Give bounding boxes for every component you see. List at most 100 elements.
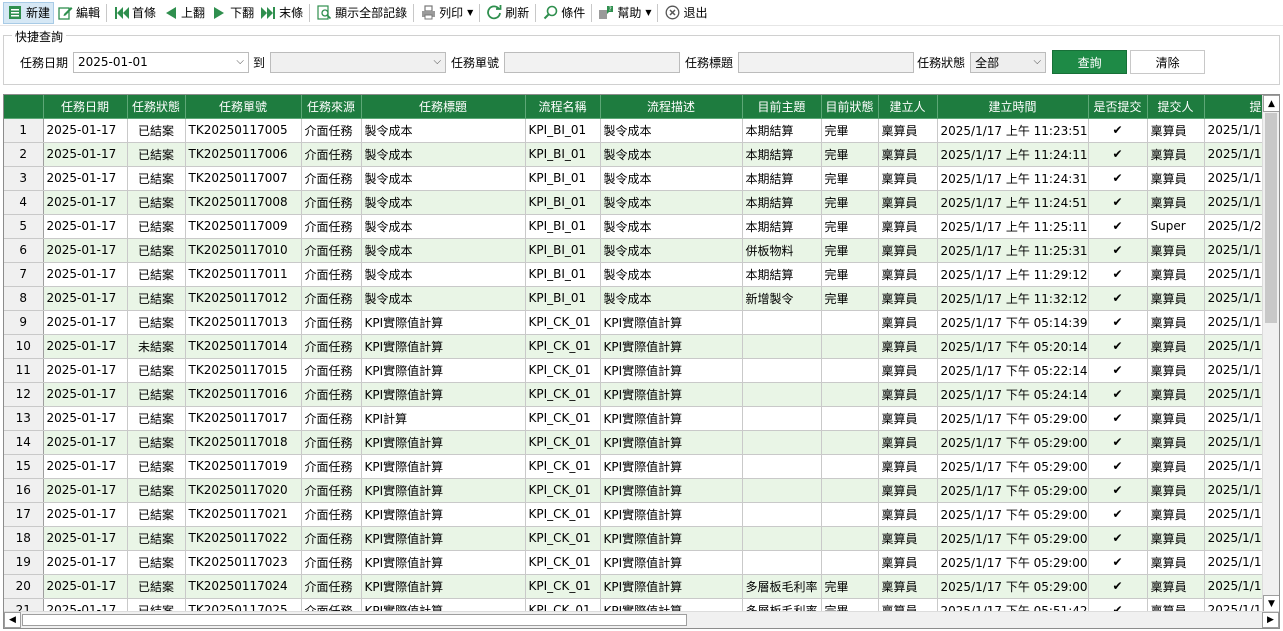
- submitter-cell: 稟算員: [1147, 478, 1205, 503]
- table-row[interactable]: 7 2025-01-17 已結案 TK20250117011 介面任務 製令成本 KPI_B…: [4, 262, 1265, 287]
- scroll-right-icon[interactable]: ▶: [1262, 612, 1279, 628]
- chevron-down-icon[interactable]: ⌵: [433, 56, 441, 67]
- task-status-cell: 已結案: [127, 286, 186, 311]
- submitted-checkbox-cell[interactable]: ✔: [1088, 406, 1148, 431]
- horizontal-scroll-thumb[interactable]: [22, 614, 687, 626]
- date-from-picker[interactable]: 2025-01-01 ⌵: [73, 51, 250, 73]
- current-topic-cell: 本期結算: [742, 166, 822, 191]
- search-icon: [542, 5, 558, 21]
- new-button[interactable]: 新建: [3, 1, 55, 24]
- table-row[interactable]: 6 2025-01-17 已結案 TK20250117010 介面任務 製令成本 KPI_B…: [4, 238, 1265, 263]
- column-header[interactable]: 流程名稱: [525, 95, 601, 119]
- table-row[interactable]: 11 2025-01-17 已結案 TK20250117015 介面任務 KPI實際值計算…: [4, 358, 1265, 383]
- submitted-checkbox-cell[interactable]: ✔: [1088, 262, 1148, 287]
- current-topic-cell: 併板物料: [742, 238, 822, 263]
- column-header[interactable]: 建立時間: [937, 95, 1089, 119]
- submitted-checkbox-cell[interactable]: ✔: [1088, 286, 1148, 311]
- current-topic-cell: 本期結算: [742, 190, 822, 215]
- column-header[interactable]: 任務標題: [361, 95, 526, 119]
- chevron-down-icon[interactable]: ⌵: [236, 56, 244, 67]
- table-row[interactable]: 3 2025-01-17 已結案 TK20250117007 介面任務 製令成本 KPI_B…: [4, 166, 1265, 191]
- last-button[interactable]: 末條: [257, 2, 306, 24]
- submitted-checkbox-cell[interactable]: ✔: [1088, 118, 1148, 143]
- table-row[interactable]: 18 2025-01-17 已結案 TK20250117022 介面任務 KPI實際值計算…: [4, 526, 1265, 551]
- column-header[interactable]: 任務單號: [185, 95, 302, 119]
- submitted-checkbox-cell[interactable]: ✔: [1088, 574, 1148, 599]
- task-date-cell: 2025-01-17: [43, 358, 128, 383]
- submitted-checkbox-cell[interactable]: ✔: [1088, 526, 1148, 551]
- submitted-checkbox-cell[interactable]: ✔: [1088, 310, 1148, 335]
- table-row[interactable]: 1 2025-01-17 已結案 TK20250117005 介面任務 製令成本 KPI_B…: [4, 118, 1265, 143]
- submitted-checkbox-cell[interactable]: ✔: [1088, 454, 1148, 479]
- column-header[interactable]: 任務狀態: [127, 95, 186, 119]
- scroll-down-icon[interactable]: ▼: [1263, 595, 1279, 612]
- submitted-checkbox-cell[interactable]: ✔: [1088, 190, 1148, 215]
- column-header[interactable]: 任務日期: [43, 95, 128, 119]
- submitted-checkbox-cell[interactable]: ✔: [1088, 502, 1148, 527]
- task-source-cell: 介面任務: [301, 358, 362, 383]
- horizontal-scrollbar[interactable]: ◀ ▶: [4, 611, 1279, 628]
- vertical-scrollbar[interactable]: ▲ ▼: [1262, 95, 1279, 612]
- first-button[interactable]: 首條: [110, 2, 159, 24]
- table-row[interactable]: 20 2025-01-17 已結案 TK20250117024 介面任務 KPI實際值計算…: [4, 574, 1265, 599]
- help-button[interactable]: ? 幫助 ▼: [595, 2, 654, 24]
- column-header[interactable]: 目前狀態: [821, 95, 879, 119]
- exit-button[interactable]: 退出: [661, 2, 710, 24]
- submitted-checkbox-cell[interactable]: ✔: [1088, 334, 1148, 359]
- table-row[interactable]: 13 2025-01-17 已結案 TK20250117017 介面任務 KPI計算 KPI…: [4, 406, 1265, 431]
- submitted-checkbox-cell[interactable]: ✔: [1088, 214, 1148, 239]
- table-row[interactable]: 2 2025-01-17 已結案 TK20250117006 介面任務 製令成本 KPI_B…: [4, 142, 1265, 167]
- task-title-input[interactable]: [738, 51, 915, 73]
- submitted-checkbox-cell[interactable]: ✔: [1088, 550, 1148, 575]
- column-header[interactable]: 提: [1204, 95, 1265, 119]
- table-row[interactable]: 8 2025-01-17 已結案 TK20250117012 介面任務 製令成本 KPI_B…: [4, 286, 1265, 311]
- table-row[interactable]: 10 2025-01-17 未結案 TK20250117014 介面任務 KPI實際值計算…: [4, 334, 1265, 359]
- refresh-button[interactable]: 刷新: [483, 2, 532, 24]
- flow-name-cell: KPI_CK_01: [525, 406, 601, 431]
- column-header[interactable]: 是否提交: [1088, 95, 1148, 119]
- table-row[interactable]: 4 2025-01-17 已結案 TK20250117008 介面任務 製令成本 KPI_B…: [4, 190, 1265, 215]
- scroll-up-icon[interactable]: ▲: [1263, 95, 1279, 112]
- column-header[interactable]: 任務來源: [301, 95, 362, 119]
- column-header[interactable]: 提交人: [1147, 95, 1205, 119]
- submitted-checkbox-cell[interactable]: ✔: [1088, 166, 1148, 191]
- table-row[interactable]: 15 2025-01-17 已結案 TK20250117019 介面任務 KPI實際值計算…: [4, 454, 1265, 479]
- query-button[interactable]: 查詢: [1052, 50, 1128, 74]
- current-status-cell: [821, 310, 879, 335]
- filter-button[interactable]: 條件: [539, 2, 588, 24]
- submitted-checkbox-cell[interactable]: ✔: [1088, 478, 1148, 503]
- print-button[interactable]: 列印 ▼: [417, 2, 476, 24]
- table-row[interactable]: 16 2025-01-17 已結案 TK20250117020 介面任務 KPI實際值計算…: [4, 478, 1265, 503]
- column-header[interactable]: 流程描述: [600, 95, 743, 119]
- clear-button[interactable]: 清除: [1130, 50, 1206, 74]
- next-button[interactable]: 下翻: [208, 2, 257, 24]
- edit-button[interactable]: 編輯: [54, 2, 103, 24]
- submitted-checkbox-cell[interactable]: ✔: [1088, 238, 1148, 263]
- submitted-checkbox-cell[interactable]: ✔: [1088, 430, 1148, 455]
- table-row[interactable]: 9 2025-01-17 已結案 TK20250117013 介面任務 KPI實際值計算 K…: [4, 310, 1265, 335]
- submitted-checkbox-cell[interactable]: ✔: [1088, 358, 1148, 383]
- prev-button[interactable]: 上翻: [159, 2, 208, 24]
- table-row[interactable]: 5 2025-01-17 已結案 TK20250117009 介面任務 製令成本 KPI_B…: [4, 214, 1265, 239]
- table-row[interactable]: 14 2025-01-17 已結案 TK20250117018 介面任務 KPI實際值計算…: [4, 430, 1265, 455]
- task-title-cell: KPI實際值計算: [361, 358, 526, 383]
- table-row[interactable]: 17 2025-01-17 已結案 TK20250117021 介面任務 KPI實際值計算…: [4, 502, 1265, 527]
- task-status-select[interactable]: 全部 ⌵: [970, 51, 1047, 73]
- task-no-input[interactable]: [504, 51, 681, 73]
- column-header[interactable]: 建立人: [878, 95, 938, 119]
- vertical-scroll-thumb[interactable]: [1265, 113, 1277, 323]
- submitted-checkbox-cell[interactable]: ✔: [1088, 142, 1148, 167]
- creator-cell: 稟算員: [878, 142, 938, 167]
- show-all-button[interactable]: 顯示全部記錄: [313, 2, 410, 24]
- current-topic-cell: 多層板毛利率: [742, 574, 822, 599]
- chevron-down-icon[interactable]: ⌵: [1033, 56, 1041, 67]
- date-to-picker[interactable]: ⌵: [270, 51, 447, 73]
- row-number: 7: [4, 262, 44, 287]
- column-header[interactable]: 目前主題: [742, 95, 822, 119]
- submitted-checkbox-cell[interactable]: ✔: [1088, 382, 1148, 407]
- search-document-icon: [316, 5, 332, 21]
- table-row[interactable]: 19 2025-01-17 已結案 TK20250117023 介面任務 KPI實際值計算…: [4, 550, 1265, 575]
- task-source-cell: 介面任務: [301, 190, 362, 215]
- table-row[interactable]: 12 2025-01-17 已結案 TK20250117016 介面任務 KPI實際值計算…: [4, 382, 1265, 407]
- scroll-left-icon[interactable]: ◀: [4, 612, 21, 628]
